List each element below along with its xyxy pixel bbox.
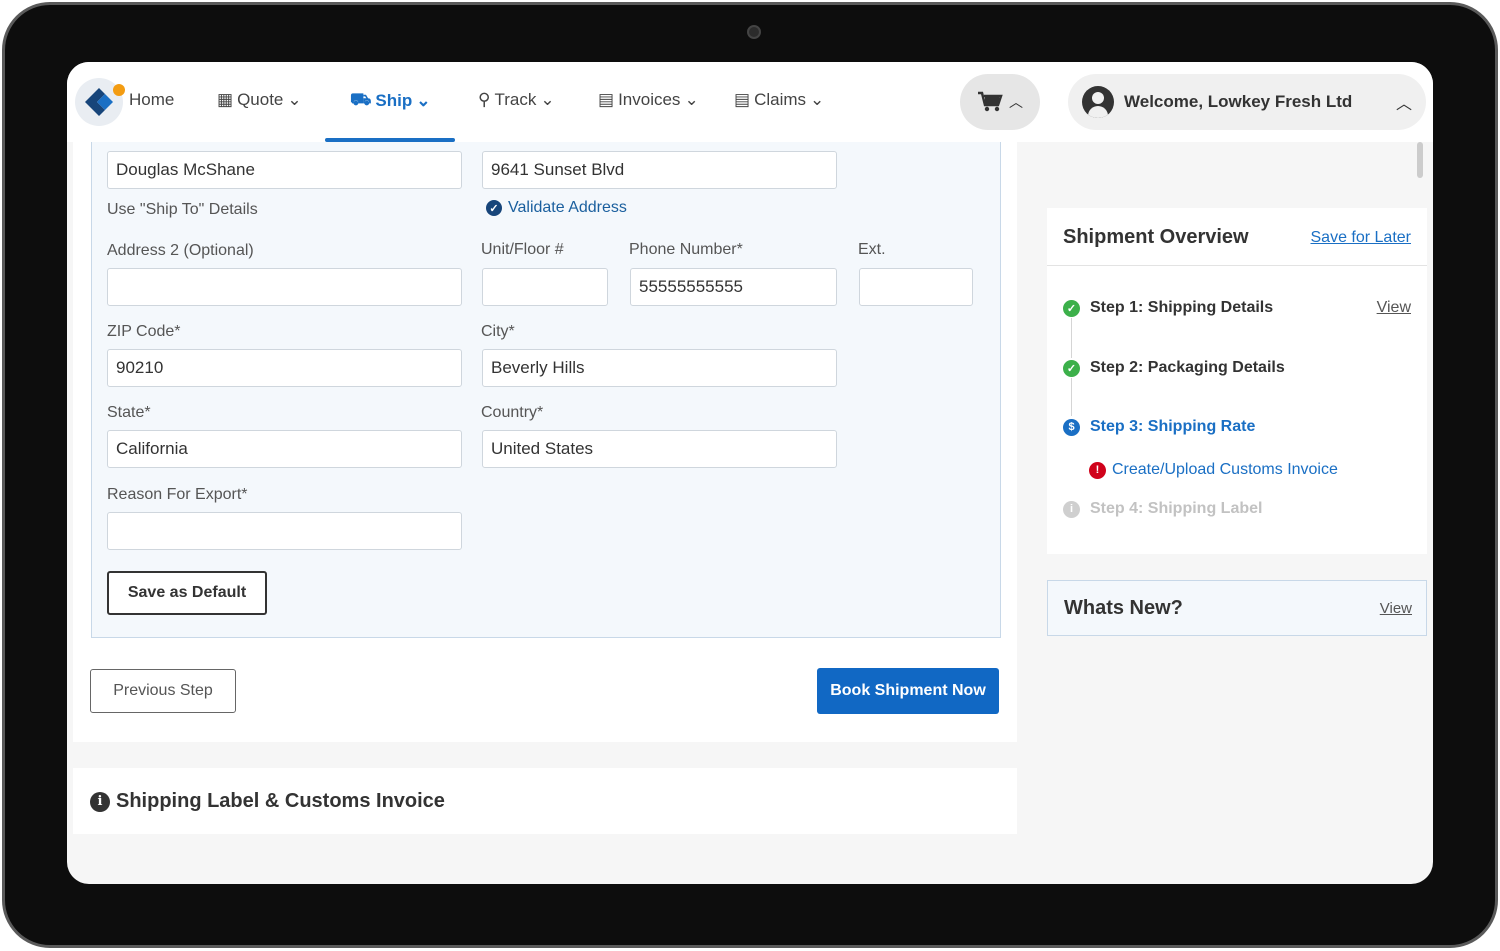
use-ship-to-link[interactable]: Use "Ship To" Details [107,201,258,219]
whats-new-card: Whats New? View [1047,580,1427,636]
phone-label: Phone Number* [629,241,743,258]
shipping-form-card: Use "Ship To" Details ✓ Validate Address… [73,142,1017,742]
user-menu[interactable]: Welcome, Lowkey Fresh Ltd ︿ [1068,74,1426,130]
search-icon: ⚲ [478,90,491,109]
step-3[interactable]: $ Step 3: Shipping Rate [1063,418,1255,436]
save-for-later-link[interactable]: Save for Later [1311,229,1412,247]
camera-icon [747,25,761,39]
state-field[interactable] [107,430,462,468]
save-as-default-button[interactable]: Save as Default [107,571,267,615]
previous-step-button[interactable]: Previous Step [90,669,236,713]
step-connector [1071,318,1072,358]
name-field[interactable] [107,151,462,189]
nav-home[interactable]: Home [129,90,174,110]
chevron-up-icon: ︿ [1009,94,1023,110]
cart-button[interactable]: ︿ [960,74,1040,130]
step-4-label: Step 4: Shipping Label [1090,500,1263,517]
whats-new-title: Whats New? [1064,597,1183,619]
nav-claims-label: Claims [754,90,807,109]
check-circle-icon: ✓ [1063,359,1080,377]
customs-invoice-substep[interactable]: ! Create/Upload Customs Invoice [1089,461,1338,479]
address2-field[interactable] [107,268,462,306]
zip-label: ZIP Code* [107,323,181,340]
unit-label: Unit/Floor # [481,241,564,258]
nav-ship-label: Ship [375,91,413,110]
chevron-down-icon: ⌄ [810,90,825,109]
logo-accent-dot [113,84,125,96]
step-1-label: Step 1: Shipping Details [1090,299,1274,316]
city-field[interactable] [482,349,837,387]
file-invoice-icon: ▤ [598,90,615,109]
chevron-down-icon: ⌄ [287,90,302,109]
shipment-overview-card: Shipment Overview Save for Later ✓ Step … [1047,208,1427,554]
shipping-label-section[interactable]: i Shipping Label & Customs Invoice [73,768,1017,834]
phone-field[interactable] [630,268,837,306]
alert-circle-icon: ! [1089,461,1106,479]
info-icon: i [90,791,110,812]
nav-track[interactable]: ⚲ Track ⌄ [478,90,555,110]
dollar-circle-icon: $ [1063,418,1080,436]
country-label: Country* [481,404,544,421]
ext-label: Ext. [858,241,886,258]
ext-field[interactable] [859,268,973,306]
zip-field[interactable] [107,349,462,387]
nav-quote[interactable]: ▦ Quote ⌄ [217,90,302,110]
chevron-down-icon: ⌄ [416,91,431,110]
city-label: City* [481,323,515,340]
address2-label: Address 2 (Optional) [107,242,254,259]
step-4: i Step 4: Shipping Label [1063,500,1262,518]
step-connector [1071,378,1072,416]
check-circle-icon: ✓ [486,200,502,216]
user-avatar-icon [1082,86,1114,118]
top-navigation: Home ▦ Quote ⌄ ⛟ Ship ⌄ ⚲ Track ⌄ ▤ Invo… [67,62,1433,142]
address-form: Use "Ship To" Details ✓ Validate Address… [91,142,1001,638]
info-circle-icon: i [1063,500,1080,518]
customs-invoice-label: Create/Upload Customs Invoice [1112,461,1338,478]
whats-new-view-link[interactable]: View [1380,600,1412,617]
nav-track-label: Track [494,90,537,109]
shipping-label-heading: i Shipping Label & Customs Invoice [90,790,445,813]
reason-for-export-field[interactable] [107,512,462,550]
address-field[interactable] [482,151,837,189]
calculator-icon: ▦ [217,90,234,109]
step-2: ✓ Step 2: Packaging Details [1063,359,1285,377]
app-screen: Home ▦ Quote ⌄ ⛟ Ship ⌄ ⚲ Track ⌄ ▤ Invo… [67,62,1433,884]
welcome-text: Welcome, Lowkey Fresh Ltd [1124,92,1353,111]
step-1: ✓ Step 1: Shipping Details [1063,299,1273,317]
overview-title: Shipment Overview [1063,226,1249,248]
shipping-label-title: Shipping Label & Customs Invoice [116,790,445,812]
step-2-label: Step 2: Packaging Details [1090,359,1285,376]
state-label: State* [107,404,151,421]
check-circle-icon: ✓ [1063,299,1080,317]
truck-icon: ⛟ [350,90,372,109]
chevron-up-icon[interactable]: ︿ [1396,90,1412,114]
validate-address-label: Validate Address [508,199,627,216]
book-shipment-button[interactable]: Book Shipment Now [817,668,999,714]
step-3-label: Step 3: Shipping Rate [1090,418,1256,435]
chevron-down-icon: ⌄ [540,90,555,109]
reason-label: Reason For Export* [107,486,248,503]
step-1-view-link[interactable]: View [1377,299,1411,317]
country-field[interactable] [482,430,837,468]
unit-field[interactable] [482,268,608,306]
file-icon: ▤ [734,90,751,109]
nav-ship[interactable]: ⛟ Ship ⌄ [350,90,430,112]
chevron-down-icon: ⌄ [684,90,699,109]
nav-quote-label: Quote [237,90,284,109]
nav-home-label: Home [129,90,175,109]
nav-invoices-label: Invoices [618,90,681,109]
shopping-cart-icon [978,91,1003,112]
overview-header: Shipment Overview Save for Later [1047,208,1427,266]
nav-claims[interactable]: ▤ Claims ⌄ [734,90,824,110]
scrollbar-thumb[interactable] [1417,142,1423,178]
validate-address-link[interactable]: ✓ Validate Address [486,199,627,217]
nav-invoices[interactable]: ▤ Invoices ⌄ [598,90,699,110]
